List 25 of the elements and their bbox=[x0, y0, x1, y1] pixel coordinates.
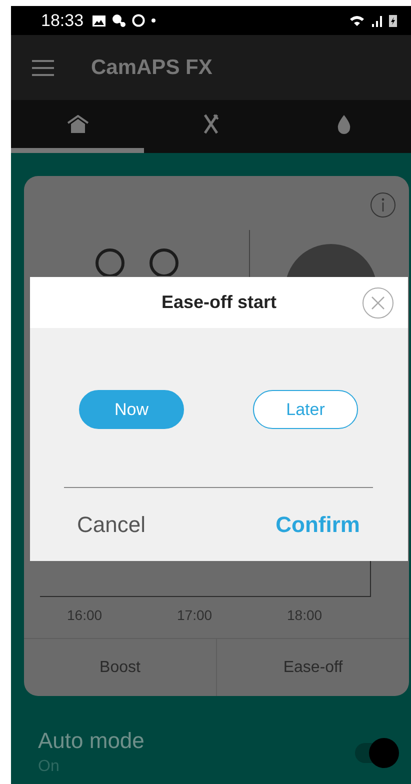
confirm-button[interactable]: Confirm bbox=[276, 508, 360, 542]
cutlery-icon bbox=[202, 114, 219, 134]
mode-button[interactable]: Boost bbox=[24, 639, 216, 696]
cancel-button[interactable]: Cancel bbox=[77, 508, 146, 542]
axis-label: 18:00 bbox=[287, 607, 324, 623]
setting-label: Auto mode bbox=[38, 728, 146, 754]
option-button[interactable]: Now bbox=[79, 390, 184, 429]
dialog-title: Ease-off start bbox=[161, 292, 277, 313]
drop-icon bbox=[337, 114, 352, 134]
menu-icon[interactable] bbox=[32, 60, 54, 76]
mode-button[interactable]: Ease-off bbox=[216, 639, 409, 696]
axis-label: 16:00 bbox=[67, 607, 104, 623]
battery-icon bbox=[389, 14, 397, 27]
image-icon bbox=[92, 14, 106, 26]
dot-icon bbox=[150, 18, 156, 23]
close-icon[interactable] bbox=[362, 287, 394, 319]
signal-icon bbox=[372, 14, 383, 26]
info-icon[interactable] bbox=[370, 192, 396, 218]
circle-icon bbox=[132, 14, 145, 27]
wifi-icon bbox=[349, 14, 366, 27]
status-time: 18:33 bbox=[41, 10, 84, 30]
app-title: CamAPS FX bbox=[91, 56, 212, 80]
option-button[interactable]: Later bbox=[253, 390, 358, 429]
axis-label: 17:00 bbox=[177, 607, 214, 623]
home-icon bbox=[66, 115, 89, 133]
